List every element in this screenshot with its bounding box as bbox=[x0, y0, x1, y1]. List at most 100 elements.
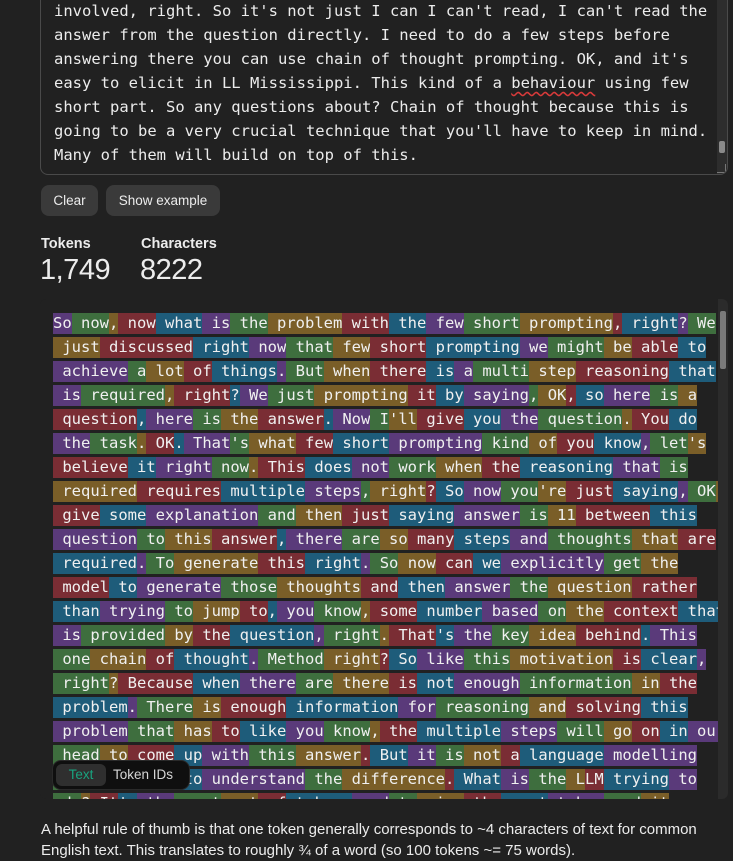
token: right bbox=[305, 553, 362, 574]
token: modelling bbox=[603, 745, 698, 766]
token: this bbox=[249, 745, 296, 766]
token: reasoning bbox=[519, 457, 613, 478]
token: than bbox=[53, 601, 100, 622]
view-toggle: Text Token IDs bbox=[52, 760, 190, 790]
text-view-tab[interactable]: Text bbox=[56, 764, 106, 786]
token: . bbox=[361, 745, 371, 766]
rule-of-thumb-text: A helpful rule of thumb is that one toke… bbox=[41, 821, 697, 859]
token: , bbox=[267, 601, 278, 622]
textarea-scrollbar[interactable] bbox=[717, 0, 727, 174]
token: . bbox=[444, 769, 455, 790]
token: for bbox=[398, 697, 436, 718]
token: give bbox=[417, 793, 464, 799]
token: then bbox=[398, 577, 445, 598]
clear-button[interactable]: Clear bbox=[41, 185, 98, 216]
token: ? bbox=[109, 673, 119, 694]
characters-count: 8222 bbox=[140, 254, 203, 286]
token: , bbox=[277, 529, 287, 550]
token: question bbox=[53, 409, 137, 430]
token: one bbox=[53, 649, 91, 670]
token: and bbox=[361, 577, 399, 598]
token: what bbox=[155, 313, 203, 334]
token: . bbox=[379, 625, 390, 646]
token: 11 bbox=[547, 505, 576, 526]
token: explicitly bbox=[501, 553, 604, 574]
token: is bbox=[193, 697, 221, 718]
token: like bbox=[239, 721, 287, 742]
token: This bbox=[650, 625, 698, 646]
token: so bbox=[379, 529, 408, 550]
token: the bbox=[379, 721, 417, 742]
token: right bbox=[193, 337, 249, 358]
token: It bbox=[90, 793, 119, 799]
token: this bbox=[640, 697, 688, 718]
token: you bbox=[463, 409, 502, 430]
token: is bbox=[389, 673, 417, 694]
token: a bbox=[678, 385, 698, 406]
token: are bbox=[678, 529, 716, 550]
token: this bbox=[258, 553, 306, 574]
token: 'll bbox=[389, 409, 418, 430]
token: explanation bbox=[146, 505, 259, 526]
token: be bbox=[603, 337, 632, 358]
token: now bbox=[398, 553, 436, 574]
token-box-scrollbar[interactable] bbox=[718, 299, 728, 799]
token: the bbox=[193, 625, 231, 646]
token: token bbox=[547, 793, 604, 799]
misspelled-word: behaviour bbox=[511, 74, 596, 92]
token: of bbox=[146, 649, 175, 670]
token: some bbox=[99, 505, 147, 526]
token: OK bbox=[538, 385, 567, 406]
token: when bbox=[435, 457, 483, 478]
prompt-text[interactable]: involved, right. So it's not just I can … bbox=[54, 0, 707, 167]
token: L bbox=[566, 769, 585, 790]
token: OK bbox=[687, 481, 716, 502]
token: know bbox=[323, 721, 371, 742]
token: is bbox=[426, 361, 455, 382]
token: So bbox=[389, 649, 417, 670]
token: between bbox=[575, 505, 651, 526]
token: We bbox=[687, 313, 716, 334]
token: behind bbox=[575, 625, 642, 646]
token-box-scroll-thumb[interactable] bbox=[720, 311, 726, 369]
token: To bbox=[146, 553, 175, 574]
token: it bbox=[407, 385, 436, 406]
show-example-button[interactable]: Show example bbox=[106, 185, 220, 216]
token: 're bbox=[538, 481, 567, 502]
token: , bbox=[697, 649, 707, 670]
token-ids-view-tab[interactable]: Token IDs bbox=[113, 764, 185, 786]
token: the bbox=[230, 313, 268, 334]
token: , bbox=[641, 433, 651, 454]
token: things bbox=[211, 361, 277, 382]
token: . bbox=[174, 433, 184, 454]
token: thought bbox=[174, 649, 249, 670]
token: 's bbox=[435, 625, 455, 646]
token: now bbox=[71, 313, 109, 334]
token: tokens bbox=[286, 793, 352, 799]
token: the bbox=[221, 409, 259, 430]
token: that bbox=[669, 361, 716, 382]
token: so bbox=[575, 385, 604, 406]
textarea-scroll-thumb[interactable] bbox=[719, 141, 725, 153]
token: that bbox=[631, 529, 679, 550]
token: that bbox=[613, 457, 660, 478]
token: language bbox=[519, 745, 604, 766]
token: short bbox=[463, 313, 520, 334]
token: is bbox=[613, 649, 641, 670]
tokens-count: 1,749 bbox=[40, 254, 111, 286]
token: do bbox=[669, 409, 698, 430]
token: , bbox=[612, 313, 623, 334]
token-visualization: So now, now what is the problem with the… bbox=[40, 299, 728, 799]
prompt-textarea[interactable]: involved, right. So it's not just I can … bbox=[40, 0, 728, 175]
token: just bbox=[267, 385, 315, 406]
token: , bbox=[361, 481, 371, 502]
token: then bbox=[295, 505, 343, 526]
token: ? bbox=[678, 313, 688, 334]
token: we bbox=[519, 337, 548, 358]
token: ? bbox=[426, 481, 436, 502]
token: to bbox=[239, 601, 268, 622]
resize-handle-icon[interactable] bbox=[717, 164, 726, 173]
token: and bbox=[258, 505, 296, 526]
token: is bbox=[650, 385, 679, 406]
token: required bbox=[53, 553, 137, 574]
